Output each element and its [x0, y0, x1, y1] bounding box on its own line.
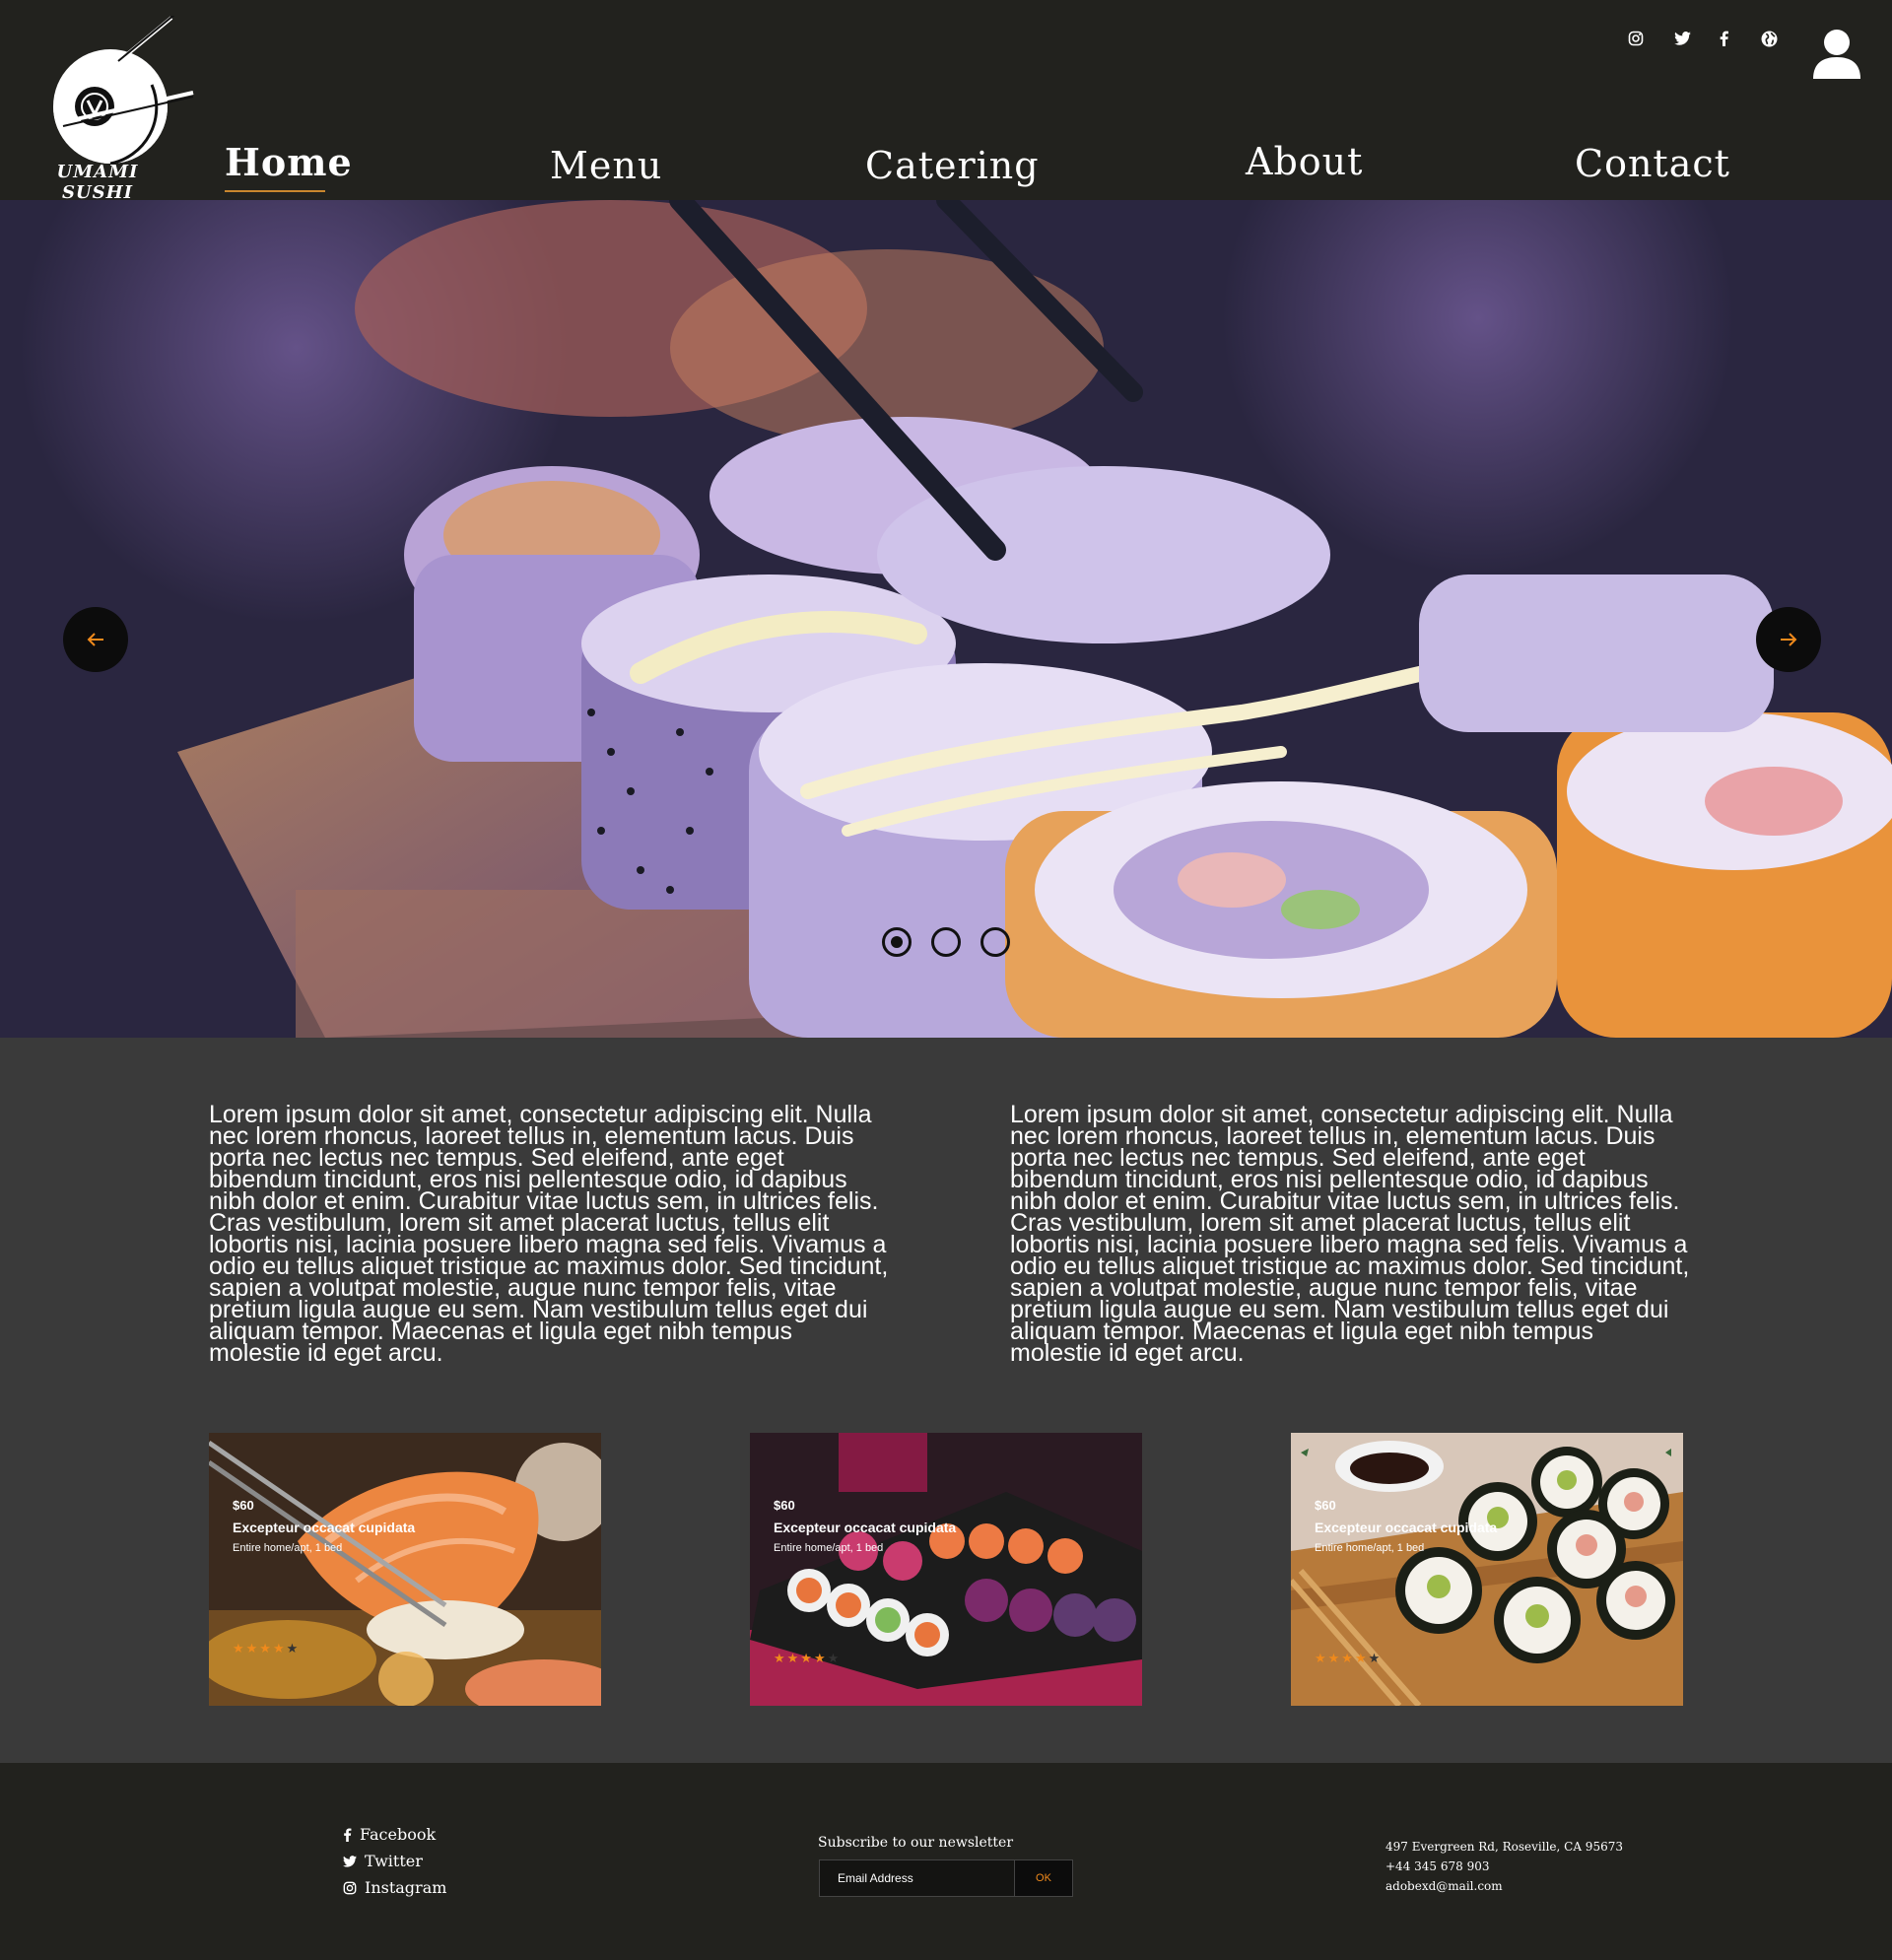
card-price: $60 — [1315, 1498, 1336, 1513]
card-title: Excepteur occacat cupidata — [233, 1520, 416, 1535]
footer-link-twitter[interactable]: Twitter — [343, 1852, 423, 1870]
carousel-dot-3[interactable] — [980, 927, 1010, 957]
newsletter-label: Subscribe to our newsletter — [818, 1835, 1014, 1851]
logo-icon[interactable] — [34, 16, 201, 185]
nav-catering[interactable]: Catering — [865, 144, 1040, 187]
card-title: Excepteur occacat cupidata — [774, 1520, 957, 1535]
card-subtitle: Entire home/apt, 1 bed — [1315, 1542, 1425, 1554]
menu-card-3[interactable]: $60 Excepteur occacat cupidata Entire ho… — [1291, 1433, 1683, 1706]
arrow-right-icon — [1781, 633, 1797, 646]
nav-home[interactable]: Home — [225, 140, 353, 184]
card-rating: ★★★★★ — [233, 1642, 301, 1656]
arrow-left-icon — [87, 633, 103, 646]
brand-name: UMAMI SUSHI — [56, 162, 139, 203]
nav-contact[interactable]: Contact — [1575, 142, 1730, 185]
contact-address: 497 Evergreen Rd, Roseville, CA 95673 — [1385, 1840, 1623, 1854]
card-rating: ★★★★★ — [1315, 1652, 1383, 1666]
nav-menu[interactable]: Menu — [550, 144, 662, 187]
nav-about[interactable]: About — [1246, 140, 1363, 183]
card-price: $60 — [233, 1498, 254, 1513]
twitter-icon — [343, 1855, 357, 1867]
carousel-dot-2[interactable] — [931, 927, 961, 957]
card-price: $60 — [774, 1498, 795, 1513]
footer-link-label: Twitter — [365, 1852, 423, 1870]
newsletter-email-input[interactable] — [819, 1859, 1014, 1897]
contact-phone: +44 345 678 903 — [1385, 1859, 1490, 1873]
carousel-prev-button[interactable] — [63, 607, 128, 672]
site-header: UMAMI SUSHI Home Menu Catering About Con… — [0, 0, 1892, 203]
footer-link-label: Facebook — [360, 1825, 437, 1844]
footer-link-facebook[interactable]: Facebook — [343, 1825, 436, 1844]
card-rating: ★★★★★ — [774, 1652, 842, 1666]
contact-email[interactable]: adobexd@mail.com — [1385, 1879, 1503, 1893]
newsletter-submit-button[interactable]: OK — [1014, 1859, 1073, 1897]
hero-carousel — [0, 200, 1892, 1038]
instagram-icon[interactable] — [1625, 28, 1647, 49]
user-icon[interactable] — [1811, 28, 1862, 83]
instagram-icon — [343, 1881, 357, 1894]
carousel-dot-1[interactable] — [882, 927, 912, 957]
twitter-icon[interactable] — [1671, 28, 1693, 49]
card-image — [209, 1433, 601, 1706]
facebook-icon[interactable] — [1713, 28, 1734, 49]
intro-paragraph-right: Lorem ipsum dolor sit amet, consectetur … — [1010, 1101, 1690, 1367]
card-subtitle: Entire home/apt, 1 bed — [774, 1542, 884, 1554]
menu-card-2[interactable]: $60 Excepteur occacat cupidata Entire ho… — [750, 1433, 1142, 1706]
footer-link-instagram[interactable]: Instagram — [343, 1878, 446, 1897]
menu-card-1[interactable]: $60 Excepteur occacat cupidata Entire ho… — [209, 1433, 601, 1706]
carousel-next-button[interactable] — [1756, 607, 1821, 672]
hero-image — [0, 200, 1892, 1038]
intro-paragraph-left: Lorem ipsum dolor sit amet, consectetur … — [209, 1101, 889, 1367]
nav-active-indicator — [225, 190, 325, 192]
card-title: Excepteur occacat cupidata — [1315, 1520, 1498, 1535]
footer-link-label: Instagram — [365, 1878, 447, 1897]
card-subtitle: Entire home/apt, 1 bed — [233, 1542, 343, 1554]
facebook-icon — [344, 1828, 352, 1842]
globe-icon[interactable] — [1758, 28, 1780, 49]
